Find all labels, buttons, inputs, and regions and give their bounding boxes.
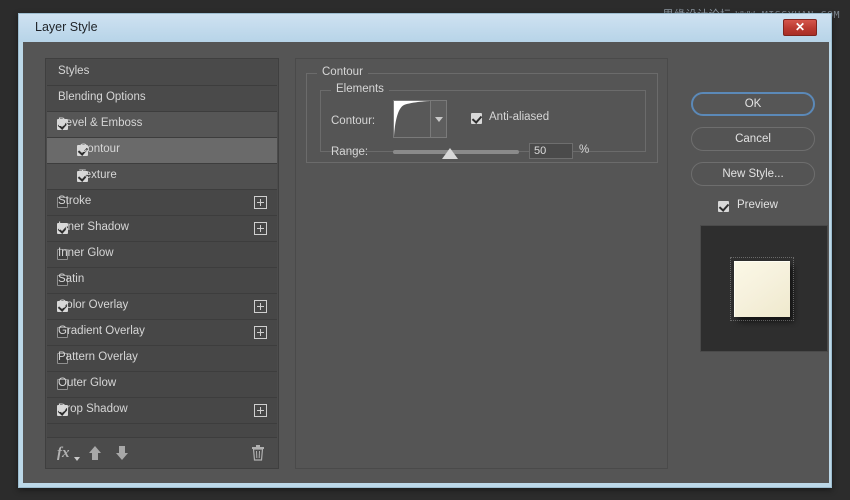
move-up-button[interactable] (87, 444, 103, 462)
screen-root: 思缘设计论坛WWW.MISSYUAN.COM Layer Style ✕ Sty… (0, 0, 850, 500)
dialog-body: Styles Blending Options Bevel & Emboss Cont… (23, 42, 829, 483)
styles-list-item[interactable]: Texture (47, 164, 277, 190)
styles-list-item[interactable]: Inner Shadow (47, 216, 277, 242)
styles-list-item[interactable]: Stroke (47, 190, 277, 216)
styles-list-item[interactable]: Blending Options (47, 86, 277, 112)
close-button[interactable]: ✕ (783, 19, 817, 36)
elements-group: Elements Contour: Anti-aliased Range: 50… (320, 83, 646, 159)
styles-list-item-label: Inner Shadow (58, 221, 129, 233)
styles-list-item[interactable]: Drop Shadow (47, 398, 277, 424)
new-style-button[interactable]: New Style... (691, 162, 815, 186)
styles-list-item[interactable]: Bevel & Emboss (47, 112, 277, 138)
styles-list-item-label: Gradient Overlay (58, 325, 145, 337)
contour-group-title: Contour (317, 66, 368, 78)
styles-list-item[interactable]: Color Overlay (47, 294, 277, 320)
styles-list-item-label: Blending Options (58, 91, 146, 103)
preview-toggle-row: Preview (691, 198, 815, 216)
add-effect-button[interactable] (254, 196, 267, 209)
add-effect-button[interactable] (254, 222, 267, 235)
styles-list-item-label: Satin (58, 273, 85, 285)
dialog-titlebar[interactable]: Layer Style ✕ (19, 14, 831, 42)
styles-list-item-label: Inner Glow (58, 247, 114, 259)
contour-settings-panel: Contour Elements Contour: Anti-aliased R… (295, 58, 668, 469)
close-icon: ✕ (794, 20, 806, 34)
styles-list-item-label: Texture (79, 169, 117, 181)
styles-list-item[interactable]: Contour (47, 138, 277, 164)
styles-list-item-label: Styles (58, 65, 90, 77)
dialog-actions-panel: OK Cancel New Style... Preview (683, 58, 828, 469)
styles-list-item-label: Bevel & Emboss (58, 117, 143, 129)
contour-group: Contour Elements Contour: Anti-aliased R… (306, 66, 658, 163)
move-down-button[interactable] (114, 444, 130, 462)
styles-panel: Styles Blending Options Bevel & Emboss Cont… (45, 58, 279, 469)
add-effect-button[interactable] (254, 300, 267, 313)
chevron-down-icon (435, 117, 443, 122)
styles-list-item[interactable]: Gradient Overlay (47, 320, 277, 346)
contour-curve-swatch[interactable] (393, 100, 431, 138)
fx-menu-icon[interactable]: fx (57, 443, 70, 463)
contour-field-label: Contour: (331, 115, 376, 127)
preview-label: Preview (737, 199, 778, 211)
preview-checkbox[interactable] (718, 201, 729, 212)
range-slider-thumb[interactable] (441, 148, 458, 159)
styles-list-item-label: Color Overlay (58, 299, 129, 311)
styles-list-empty-row (47, 424, 277, 438)
add-effect-button[interactable] (254, 404, 267, 417)
anti-aliased-checkbox[interactable] (471, 113, 482, 124)
layer-style-dialog: Layer Style ✕ Styles Blending Options Beve… (18, 13, 832, 488)
chevron-down-icon[interactable] (74, 457, 80, 461)
styles-list-item-label: Stroke (58, 195, 92, 207)
add-effect-button[interactable] (254, 326, 267, 339)
elements-group-title: Elements (331, 83, 389, 95)
delete-effect-button[interactable] (251, 444, 265, 462)
range-field-label: Range: (331, 146, 369, 158)
styles-list-item[interactable]: Styles (47, 60, 277, 86)
range-unit-label: % (579, 144, 590, 156)
styles-list-toolbar: fx (47, 437, 277, 467)
dialog-title: Layer Style (35, 20, 98, 34)
styles-list-item-label: Contour (79, 143, 120, 155)
preview-swatch (734, 261, 790, 317)
styles-list-item[interactable]: Inner Glow (47, 242, 277, 268)
cancel-button[interactable]: Cancel (691, 127, 815, 151)
anti-aliased-label: Anti-aliased (489, 111, 550, 123)
styles-list-item-label: Drop Shadow (58, 403, 128, 415)
preview-thumbnail (700, 225, 828, 352)
styles-list[interactable]: Styles Blending Options Bevel & Emboss Cont… (47, 60, 277, 438)
ok-button[interactable]: OK (691, 92, 815, 116)
styles-list-item[interactable]: Satin (47, 268, 277, 294)
styles-list-item-label: Outer Glow (58, 377, 117, 389)
range-input[interactable]: 50 (529, 143, 573, 159)
styles-list-item[interactable]: Pattern Overlay (47, 346, 277, 372)
contour-preset-dropdown[interactable] (431, 100, 447, 138)
styles-list-item[interactable]: Outer Glow (47, 372, 277, 398)
styles-list-item-label: Pattern Overlay (58, 351, 138, 363)
